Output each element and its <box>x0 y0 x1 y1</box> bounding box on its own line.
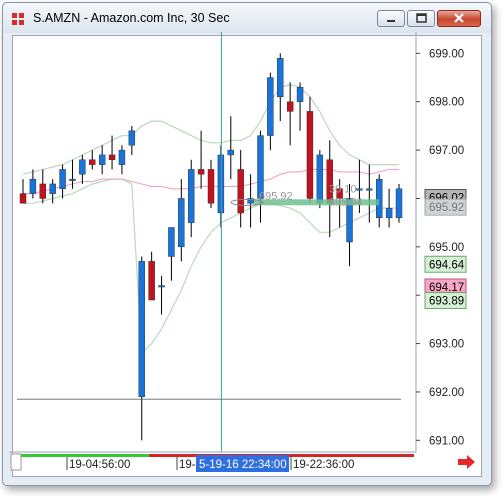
app-icon <box>12 13 24 25</box>
price-tick-label: 693.00 <box>429 339 464 351</box>
candle[interactable] <box>385 188 393 228</box>
candle-body <box>49 183 56 194</box>
candle[interactable] <box>59 164 66 199</box>
candle-body <box>158 285 165 288</box>
candle-body <box>376 178 383 219</box>
candle-body <box>69 178 76 181</box>
candle-body <box>395 188 403 219</box>
price-tick-label: 691.00 <box>429 435 464 447</box>
candle-body <box>306 111 314 199</box>
candle-body <box>29 178 37 194</box>
candle-body <box>178 198 185 248</box>
candle[interactable] <box>39 169 46 204</box>
candle[interactable] <box>227 116 234 180</box>
candle[interactable] <box>158 275 165 315</box>
candle-body <box>356 188 363 191</box>
candle[interactable] <box>148 251 155 301</box>
candle[interactable] <box>98 145 106 175</box>
candle[interactable] <box>267 72 274 151</box>
candle-body <box>188 169 195 223</box>
candle[interactable] <box>257 130 264 223</box>
scroll-right-arrow-icon[interactable] <box>456 454 478 470</box>
candle-body <box>385 207 393 219</box>
candle-body <box>59 169 66 189</box>
candle[interactable] <box>128 125 136 155</box>
close-button[interactable] <box>437 10 481 27</box>
candle-body <box>197 169 205 175</box>
candle[interactable] <box>188 159 195 238</box>
window-title: S.AMZN - Amazon.com Inc, 30 Sec <box>33 11 230 25</box>
order-line-label[interactable]: 695.92 <box>259 190 293 202</box>
minimize-button[interactable] <box>377 10 405 27</box>
price-chart[interactable]: 695.9230.10695.94 699.00698.00697.00696.… <box>9 32 479 474</box>
minimize-icon <box>387 20 395 22</box>
candle-body <box>237 169 244 214</box>
time-tick-label: 19-22:36:00 <box>293 459 354 471</box>
candle-body <box>277 57 284 98</box>
candle[interactable] <box>168 227 175 281</box>
candle-body <box>19 193 27 204</box>
candle[interactable] <box>395 183 403 223</box>
time-tick-label: 19-04:56:00 <box>69 459 130 471</box>
candle[interactable] <box>286 82 294 146</box>
candle[interactable] <box>138 256 145 441</box>
candle[interactable] <box>108 135 116 170</box>
candle-body <box>286 101 294 112</box>
candle-body <box>89 159 96 165</box>
price-tick-label: 692.00 <box>429 387 464 399</box>
candle[interactable] <box>277 53 284 122</box>
candle[interactable] <box>306 96 314 204</box>
candle-body <box>366 188 373 191</box>
price-tick-label: 697.00 <box>429 145 464 157</box>
close-icon <box>454 13 464 23</box>
price-label-green: 694.64 <box>424 255 467 273</box>
candle[interactable] <box>118 145 126 175</box>
price-label-text: 693.89 <box>429 296 464 308</box>
candle-body <box>168 227 175 257</box>
candle-body <box>138 261 145 397</box>
candle-body <box>79 159 86 175</box>
candle[interactable] <box>178 179 185 262</box>
candle-body <box>128 130 136 146</box>
maximize-button[interactable] <box>407 10 435 27</box>
price-tick-label: 698.00 <box>429 97 464 109</box>
candle-body <box>267 77 274 136</box>
candle-body <box>316 154 324 204</box>
time-scroll-box[interactable] <box>10 453 22 471</box>
candle-body <box>148 261 155 301</box>
crosshair-time-text: 5-19-16 22:34:00 <box>199 459 287 471</box>
candle[interactable] <box>49 179 56 204</box>
candle[interactable] <box>296 82 304 131</box>
candle[interactable] <box>89 150 96 170</box>
candle[interactable] <box>247 174 254 228</box>
order-line-label[interactable]: 695.94 <box>329 196 363 208</box>
price-label-ghost: 695.92 <box>424 198 467 216</box>
candle[interactable] <box>19 179 27 204</box>
session-bar-green <box>21 454 149 457</box>
candle-body <box>98 154 106 165</box>
time-tick-label: 19- <box>179 459 196 471</box>
candle-body <box>296 87 304 102</box>
price-tick-label: 699.00 <box>429 48 464 60</box>
price-label-text: 695.92 <box>429 202 464 214</box>
candle-body <box>108 154 116 160</box>
crosshair-time-label[interactable]: 5-19-16 22:34:00 <box>196 455 289 472</box>
candle[interactable] <box>237 150 244 228</box>
price-label-green: 693.89 <box>424 292 467 310</box>
candle[interactable] <box>207 159 215 209</box>
candle-body <box>39 183 46 199</box>
candle-body <box>207 169 215 204</box>
title-bar[interactable]: S.AMZN - Amazon.com Inc, 30 Sec <box>3 3 491 33</box>
price-label-text: 694.64 <box>429 259 465 271</box>
candle-body <box>257 135 264 199</box>
candle-body <box>227 149 234 156</box>
candle-body <box>118 149 126 165</box>
order-line-label[interactable]: 30.10 <box>329 183 357 195</box>
maximize-icon <box>416 13 427 23</box>
price-tick-label: 695.00 <box>429 242 464 254</box>
candle[interactable] <box>79 154 86 184</box>
